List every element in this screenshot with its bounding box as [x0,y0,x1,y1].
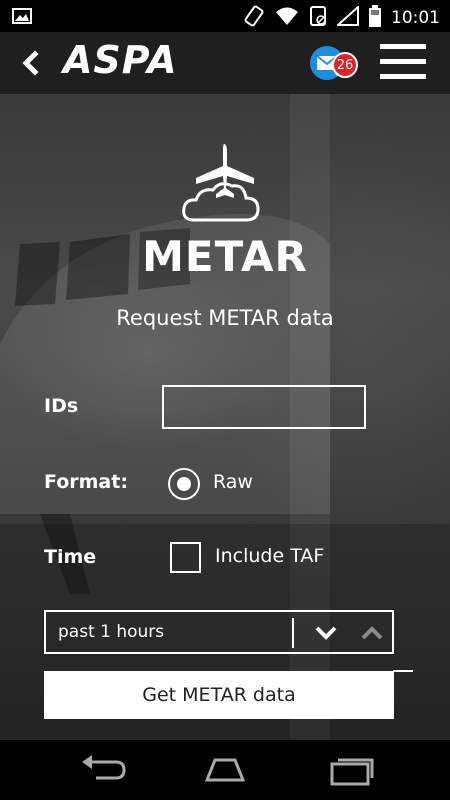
page-title: METAR [142,232,308,281]
airplane-cloud-icon [182,144,260,222]
system-nav-bar [0,740,450,800]
unread-count-badge: 26 [332,52,358,78]
hours-select-value: past 1 hours [58,622,165,642]
format-raw-radio[interactable] [168,468,200,500]
status-time: 10:01 [391,8,440,28]
chevron-down-icon[interactable] [314,624,338,642]
page-subtitle: Request METAR data [116,306,334,330]
chevron-up-icon[interactable] [360,624,384,642]
sync-disabled-icon [309,5,327,31]
back-chevron-icon [22,50,39,76]
hamburger-menu-icon[interactable] [380,44,426,82]
wifi-icon [275,6,299,30]
home-nav-icon[interactable] [199,752,251,788]
select-divider [292,618,294,648]
radio-selected-dot [177,477,191,491]
format-raw-label[interactable]: Raw [213,471,253,493]
metar-form-screen: METAR Request METAR data IDs Format: Raw… [0,94,450,740]
app-bar: ASPA 26 [0,32,450,94]
battery-icon [369,5,381,31]
recents-nav-icon[interactable] [326,752,378,788]
image-icon [12,8,32,28]
screen-rotation-icon [243,5,265,31]
app-logo: ASPA [63,38,178,82]
get-metar-button[interactable]: Get METAR data [44,671,394,719]
back-nav-icon[interactable] [76,752,128,788]
back-button[interactable] [16,48,46,78]
include-taf-label[interactable]: Include TAF [215,545,324,567]
status-bar: 10:01 [0,0,450,32]
hours-select[interactable]: past 1 hours [44,610,394,654]
include-taf-checkbox[interactable] [170,542,201,573]
ids-label: IDs [44,395,79,417]
signal-icon [335,4,359,30]
select-underline [393,670,413,672]
messages-button[interactable]: 26 [310,46,362,82]
time-label: Time [44,546,97,568]
format-label: Format: [44,471,128,493]
ids-input[interactable] [162,385,366,429]
